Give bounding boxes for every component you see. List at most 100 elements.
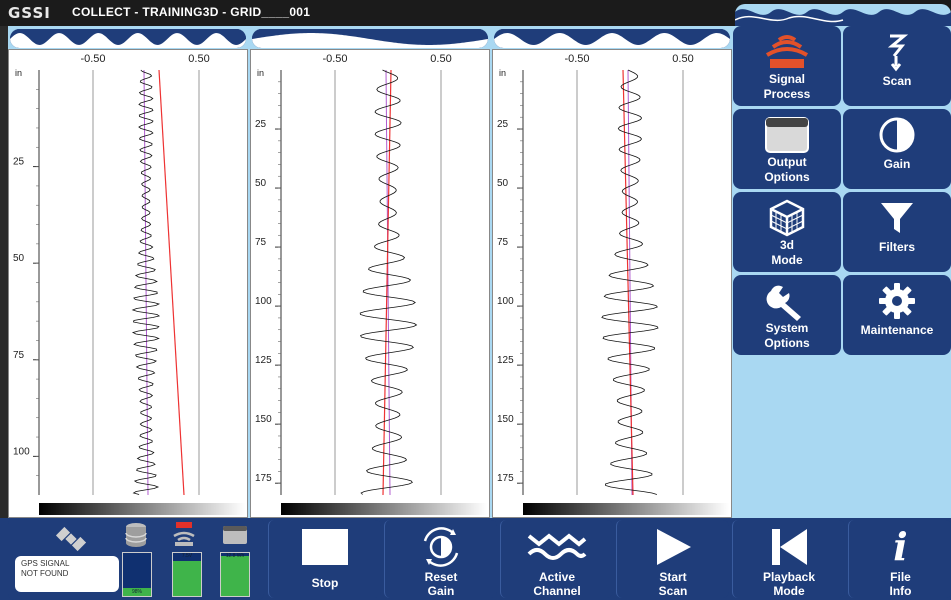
signal-process-label: Signal Process bbox=[763, 72, 811, 101]
active-channel-icon bbox=[501, 526, 613, 568]
bottom-toolbar: GPS SIGNAL NOT FOUND 98% 7.5V 12.8 Wh St… bbox=[0, 518, 951, 600]
active-channel-button[interactable]: Active Channel bbox=[500, 520, 613, 598]
gear-icon bbox=[843, 281, 951, 321]
storage-meter: 98% bbox=[122, 552, 152, 597]
depth-tick-label: 125 bbox=[497, 355, 514, 366]
info-icon: i bbox=[893, 524, 908, 569]
channel-1-trace: -0.50 0.50 in 25 50 75 100 bbox=[13, 53, 245, 515]
gain-gradient-bar bbox=[281, 503, 487, 515]
reset-gain-icon bbox=[385, 526, 497, 568]
system-options-button[interactable]: System Options bbox=[733, 275, 841, 355]
output-options-label: Output Options bbox=[764, 155, 810, 184]
signal-process-icon bbox=[733, 32, 841, 72]
gain-button[interactable]: Gain bbox=[843, 109, 951, 189]
window-title: COLLECT - TRAINING3D - GRID____001 bbox=[72, 5, 311, 19]
depth-tick-label: 50 bbox=[255, 178, 267, 189]
scan-display: -0.50 0.50 in 25 50 75 100 -0.50 0.50 in 25 50 75 10… bbox=[8, 26, 733, 518]
depth-unit-label: in bbox=[499, 68, 506, 78]
start-scan-label: Start Scan bbox=[658, 570, 688, 598]
funnel-icon bbox=[843, 198, 951, 238]
cube-icon bbox=[733, 198, 841, 238]
file-info-label: File Info bbox=[889, 570, 912, 598]
reset-gain-button[interactable]: Reset Gain bbox=[384, 520, 497, 598]
x-tick-label: 0.50 bbox=[672, 53, 693, 65]
depth-tick-label: 150 bbox=[497, 414, 514, 425]
x-tick-label: 0.50 bbox=[188, 53, 209, 65]
depth-tick-label: 150 bbox=[255, 414, 272, 425]
stop-button[interactable]: Stop bbox=[268, 520, 381, 598]
stop-label: Stop bbox=[311, 576, 339, 590]
filters-label: Filters bbox=[878, 240, 915, 254]
depth-tick-label: 75 bbox=[255, 237, 267, 248]
depth-tick-label: 175 bbox=[497, 473, 514, 484]
system-options-label: System Options bbox=[764, 321, 810, 350]
channel-2-wave-icon bbox=[252, 29, 488, 48]
depth-tick-label: 100 bbox=[13, 446, 30, 457]
battery-meter-fill bbox=[221, 556, 249, 596]
channel-3[interactable]: -0.50 0.50 in 25 50 75 100 125 150 175 bbox=[492, 26, 732, 518]
x-tick-label: 0.50 bbox=[430, 53, 451, 65]
playback-mode-label: Playback Mode bbox=[762, 570, 816, 598]
database-icon bbox=[124, 522, 148, 553]
stop-icon bbox=[269, 526, 381, 568]
3d-mode-label: 3d Mode bbox=[771, 238, 803, 267]
x-tick-label: -0.50 bbox=[80, 53, 105, 65]
3d-mode-button[interactable]: 3d Mode bbox=[733, 192, 841, 272]
sidebar: Signal Process Scan Output Options Gain bbox=[733, 26, 951, 518]
channel-2-trace: -0.50 0.50 in 25 50 75 100 125 150 175 bbox=[255, 53, 487, 515]
status-panel: GPS SIGNAL NOT FOUND 98% 7.5V 12.8 Wh bbox=[8, 518, 264, 600]
antenna-icon bbox=[170, 520, 198, 553]
antenna-meter-fill bbox=[173, 560, 201, 596]
x-tick-label: -0.50 bbox=[564, 53, 589, 65]
x-tick-label: -0.50 bbox=[322, 53, 347, 65]
battery-meter-value: 12.8 Wh bbox=[225, 553, 245, 559]
center-line bbox=[143, 69, 149, 496]
depth-tick-label: 75 bbox=[497, 237, 509, 248]
depth-tick-label: 50 bbox=[13, 253, 25, 264]
depth-tick-label: 100 bbox=[497, 296, 514, 307]
output-options-icon bbox=[733, 115, 841, 155]
gain-curve bbox=[158, 69, 185, 496]
depth-tick-label: 75 bbox=[13, 350, 25, 361]
gps-status-text: GPS SIGNAL NOT FOUND bbox=[15, 556, 119, 592]
file-info-button[interactable]: i File Info bbox=[848, 520, 951, 598]
maintenance-button[interactable]: Maintenance bbox=[843, 275, 951, 355]
storage-meter-value: 98% bbox=[131, 589, 142, 595]
depth-tick-label: 25 bbox=[255, 119, 267, 130]
depth-tick-label: 25 bbox=[497, 119, 509, 130]
channel-1-wave-icon bbox=[10, 29, 246, 48]
gain-icon bbox=[843, 115, 951, 155]
channel-1-tab[interactable] bbox=[10, 29, 246, 48]
depth-tick-label: 25 bbox=[13, 157, 25, 168]
playback-mode-button[interactable]: Playback Mode bbox=[732, 520, 845, 598]
depth-unit-label: in bbox=[15, 68, 22, 78]
app-logo: GSSI bbox=[8, 4, 51, 22]
scan-button[interactable]: Scan bbox=[843, 26, 951, 106]
waveform-indicator-icon bbox=[735, 4, 951, 26]
battery-meter: 12.8 Wh bbox=[220, 552, 250, 597]
active-channel-label: Active Channel bbox=[533, 570, 581, 598]
channel-2[interactable]: -0.50 0.50 in 25 50 75 100 125 150 175 bbox=[250, 26, 490, 518]
battery-icon bbox=[221, 522, 249, 551]
output-options-button[interactable]: Output Options bbox=[733, 109, 841, 189]
channel-3-wave-icon bbox=[494, 29, 730, 48]
gain-label: Gain bbox=[883, 157, 911, 171]
channel-3-trace-panel: -0.50 0.50 in 25 50 75 100 125 150 175 bbox=[492, 49, 732, 518]
depth-tick-label: 125 bbox=[255, 355, 272, 366]
play-icon bbox=[617, 526, 729, 568]
scan-label: Scan bbox=[882, 74, 912, 88]
scan-icon bbox=[843, 32, 951, 72]
maintenance-label: Maintenance bbox=[860, 323, 934, 337]
start-scan-button[interactable]: Start Scan bbox=[616, 520, 729, 598]
channel-1-trace-panel: -0.50 0.50 in 25 50 75 100 bbox=[8, 49, 248, 518]
filters-button[interactable]: Filters bbox=[843, 192, 951, 272]
channel-2-tab[interactable] bbox=[252, 29, 488, 48]
gain-gradient-bar bbox=[523, 503, 729, 515]
wrench-icon bbox=[733, 281, 841, 321]
channel-3-tab[interactable] bbox=[494, 29, 730, 48]
gain-gradient-bar bbox=[39, 503, 245, 515]
channel-1[interactable]: -0.50 0.50 in 25 50 75 100 bbox=[8, 26, 248, 518]
depth-tick-label: 50 bbox=[497, 178, 509, 189]
signal-process-button[interactable]: Signal Process bbox=[733, 26, 841, 106]
antenna-meter: 7.5V bbox=[172, 552, 202, 597]
